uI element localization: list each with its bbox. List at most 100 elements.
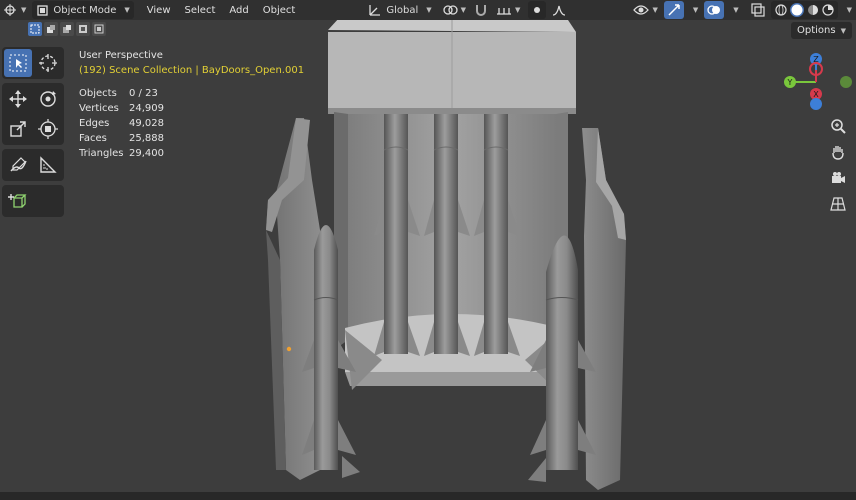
pencil-icon	[8, 155, 28, 175]
object-mode-icon	[37, 4, 49, 16]
object-origin-dot	[286, 346, 292, 352]
overlays-options-button[interactable]: ▼	[726, 1, 742, 19]
snap-target-button[interactable]: ▼	[492, 1, 524, 19]
mode-selector[interactable]: Object Mode ▼	[32, 1, 134, 19]
move-tool[interactable]	[4, 85, 32, 113]
gizmo-options-button[interactable]: ▼	[686, 1, 702, 19]
tool-group-add	[2, 185, 64, 217]
mode-label: Object Mode	[53, 4, 117, 16]
stat-value: 25,888	[129, 133, 164, 144]
select-intersect-icon	[94, 24, 104, 34]
transform-tool[interactable]	[34, 115, 62, 143]
overlays-icon	[707, 3, 721, 17]
bay-door-left[interactable]	[266, 118, 320, 480]
viewport-navigation	[826, 115, 852, 215]
stat-value: 49,028	[129, 118, 164, 129]
menu-add[interactable]: Add	[222, 1, 255, 19]
gizmo-toggle[interactable]	[663, 1, 684, 19]
material-shading-icon[interactable]	[807, 4, 819, 16]
select-intersect-button[interactable]	[92, 22, 106, 36]
orientation-icon	[368, 3, 382, 17]
falloff-button[interactable]	[548, 1, 570, 19]
xray-toggle[interactable]	[747, 1, 769, 19]
select-invert-button[interactable]	[76, 22, 90, 36]
camera-view-button[interactable]	[826, 167, 850, 189]
xray-icon	[751, 3, 765, 17]
select-extend-icon	[46, 24, 56, 34]
add-cube-tool[interactable]	[4, 187, 32, 215]
gizmo-y-axis[interactable]: Y	[784, 76, 796, 88]
svg-text:X: X	[813, 90, 819, 99]
tool-shelf	[2, 47, 64, 221]
tool-group-annotate	[2, 149, 64, 181]
snap-increment-icon	[496, 4, 512, 16]
select-extend-button[interactable]	[44, 22, 58, 36]
svg-text:Y: Y	[787, 78, 793, 87]
chevron-down-icon: ▼	[733, 6, 739, 14]
menu-view[interactable]: View	[140, 1, 178, 19]
proportional-edit-toggle[interactable]	[528, 1, 547, 19]
grid-icon	[830, 196, 846, 212]
snap-toggle[interactable]	[470, 1, 492, 19]
menu-object[interactable]: Object	[256, 1, 303, 19]
tool-group-select	[2, 47, 64, 79]
gizmo-y-negative[interactable]	[840, 76, 852, 88]
solid-shading-icon[interactable]	[789, 3, 804, 17]
stat-label: Triangles	[79, 148, 124, 159]
bay-top-box[interactable]	[328, 17, 576, 114]
scale-tool[interactable]	[4, 115, 32, 143]
selection-mode-bar	[28, 22, 106, 40]
cursor-tool[interactable]	[34, 49, 62, 77]
bay-door-right[interactable]	[582, 128, 626, 490]
zoom-icon	[830, 118, 846, 134]
scene-collection-label: (192) Scene Collection | BayDoors_Open.0…	[79, 65, 305, 76]
measure-tool[interactable]	[34, 151, 62, 179]
select-subtract-button[interactable]	[60, 22, 74, 36]
rendered-shading-icon[interactable]	[822, 4, 834, 16]
chevron-down-icon: ▼	[460, 6, 467, 14]
annotate-tool[interactable]	[4, 151, 32, 179]
stat-label: Vertices	[79, 103, 119, 114]
editor-type-button[interactable]: ▼	[0, 1, 30, 19]
shading-options-button[interactable]: ▼	[840, 1, 856, 19]
scene-statistics: Objects 0 / 23 Vertices 24,909 Edges 49,…	[79, 86, 304, 161]
ortho-toggle-button[interactable]	[826, 193, 850, 215]
eye-icon	[633, 4, 650, 16]
magnet-icon	[474, 3, 488, 17]
header-menu: View Select Add Object	[140, 1, 303, 19]
viewport-header: ▼ Object Mode ▼ View Select Add Object G…	[0, 0, 856, 20]
chevron-down-icon: ▼	[692, 6, 699, 14]
transform-orientation-selector[interactable]: Global ▼	[364, 1, 435, 19]
select-new-button[interactable]	[28, 22, 42, 36]
stat-row-objects: Objects 0 / 23	[79, 86, 304, 101]
gizmo-z-negative[interactable]	[810, 98, 822, 110]
overlays-toggle[interactable]	[704, 1, 725, 19]
select-box-tool[interactable]	[4, 49, 32, 77]
options-dropdown[interactable]: Options ▼	[791, 22, 852, 39]
move-arrows-icon	[8, 89, 28, 109]
pivot-point-button[interactable]: ▼	[438, 1, 470, 19]
camera-icon	[830, 170, 846, 186]
zoom-button[interactable]	[826, 115, 850, 137]
stat-value: 24,909	[129, 103, 164, 114]
chevron-down-icon: ▼	[840, 26, 846, 35]
stat-value: 0 / 23	[129, 88, 158, 99]
stat-row-triangles: Triangles 29,400	[79, 146, 304, 161]
navigation-gizmo[interactable]: Z Y X	[776, 50, 856, 114]
tool-group-transform	[2, 83, 64, 145]
view-perspective-label: User Perspective	[79, 50, 163, 61]
wireframe-shading-icon[interactable]	[775, 4, 787, 16]
options-label: Options	[797, 25, 836, 36]
shading-selector[interactable]	[770, 1, 838, 19]
viewport-info-overlay: User Perspective (192) Scene Collection …	[79, 48, 304, 161]
stat-row-faces: Faces 25,888	[79, 131, 304, 146]
chevron-down-icon: ▼	[426, 6, 432, 14]
scale-icon	[8, 119, 28, 139]
visibility-button[interactable]: ▼	[629, 1, 661, 19]
rotate-tool[interactable]	[34, 85, 62, 113]
pan-button[interactable]	[826, 141, 850, 163]
menu-select[interactable]: Select	[178, 1, 223, 19]
stat-value: 29,400	[129, 148, 164, 159]
stat-label: Objects	[79, 88, 117, 99]
select-new-icon	[30, 24, 40, 34]
